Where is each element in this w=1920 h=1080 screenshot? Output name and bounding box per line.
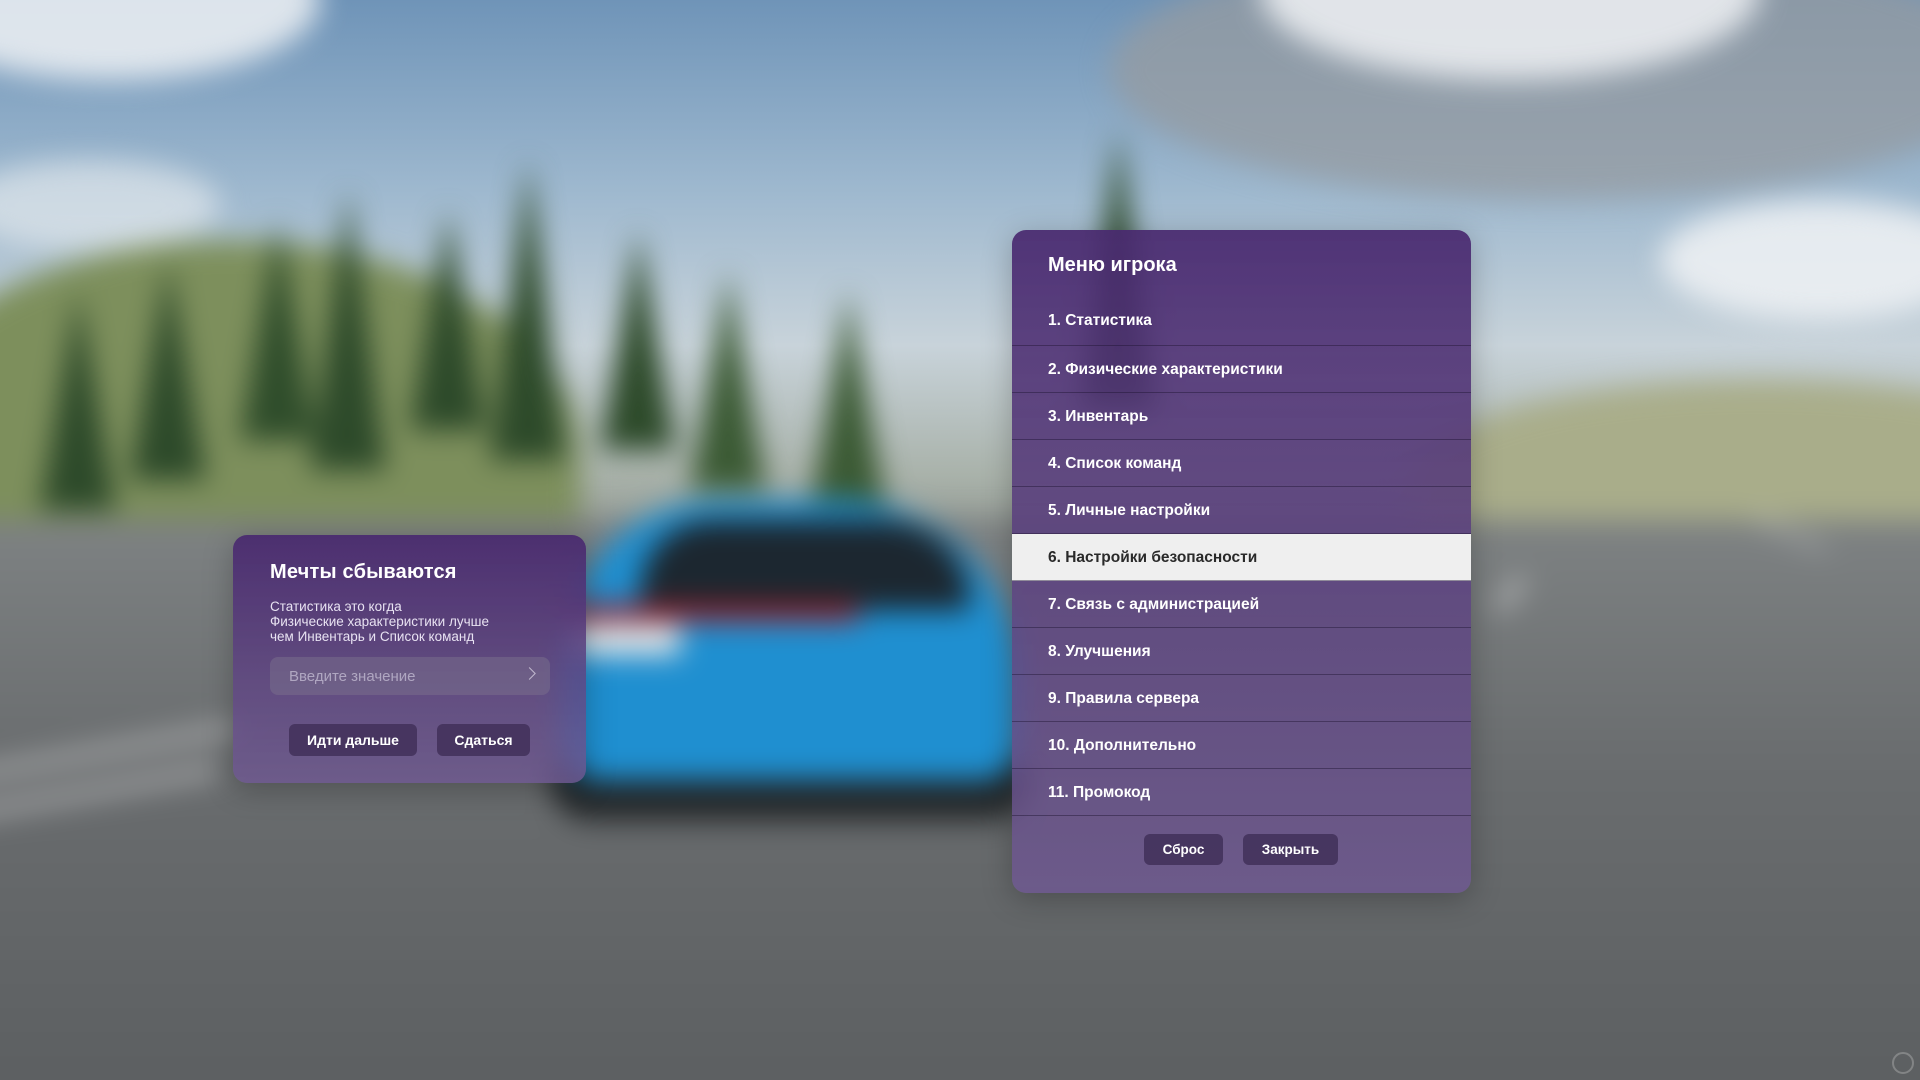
dream-dialog-title: Мечты сбываются <box>270 561 457 583</box>
menu-item-personal-settings[interactable]: 5. Личные настройки <box>1012 487 1471 534</box>
go-further-button[interactable]: Идти дальше <box>289 724 417 756</box>
value-input-container <box>270 657 550 695</box>
menu-item-inventory[interactable]: 3. Инвентарь <box>1012 393 1471 440</box>
player-menu-list: 1. Статистика 2. Физические характеристи… <box>1012 299 1471 816</box>
menu-item-upgrades[interactable]: 8. Улучшения <box>1012 628 1471 675</box>
menu-item-contact-admin[interactable]: 7. Связь с администрацией <box>1012 581 1471 628</box>
menu-item-physical-characteristics[interactable]: 2. Физические характеристики <box>1012 346 1471 393</box>
reset-button[interactable]: Сброс <box>1144 834 1223 865</box>
menu-item-security-settings[interactable]: 6. Настройки безопасности <box>1012 534 1471 581</box>
player-menu: Меню игрока 1. Статистика 2. Физические … <box>1012 230 1471 893</box>
player-menu-title: Меню игрока <box>1048 254 1177 276</box>
value-input[interactable] <box>270 657 529 695</box>
close-button[interactable]: Закрыть <box>1243 834 1338 865</box>
give-up-button[interactable]: Сдаться <box>437 724 530 756</box>
menu-item-statistics[interactable]: 1. Статистика <box>1012 299 1471 346</box>
dream-dialog-text: Статистика это когда Физические характер… <box>270 599 489 644</box>
menu-item-promocode[interactable]: 11. Промокод <box>1012 769 1471 816</box>
menu-item-additional[interactable]: 10. Дополнительно <box>1012 722 1471 769</box>
menu-item-command-list[interactable]: 4. Список команд <box>1012 440 1471 487</box>
menu-item-server-rules[interactable]: 9. Правила сервера <box>1012 675 1471 722</box>
corner-status-icon <box>1892 1052 1914 1074</box>
dream-dialog: Мечты сбываются Статистика это когда Физ… <box>233 535 586 783</box>
